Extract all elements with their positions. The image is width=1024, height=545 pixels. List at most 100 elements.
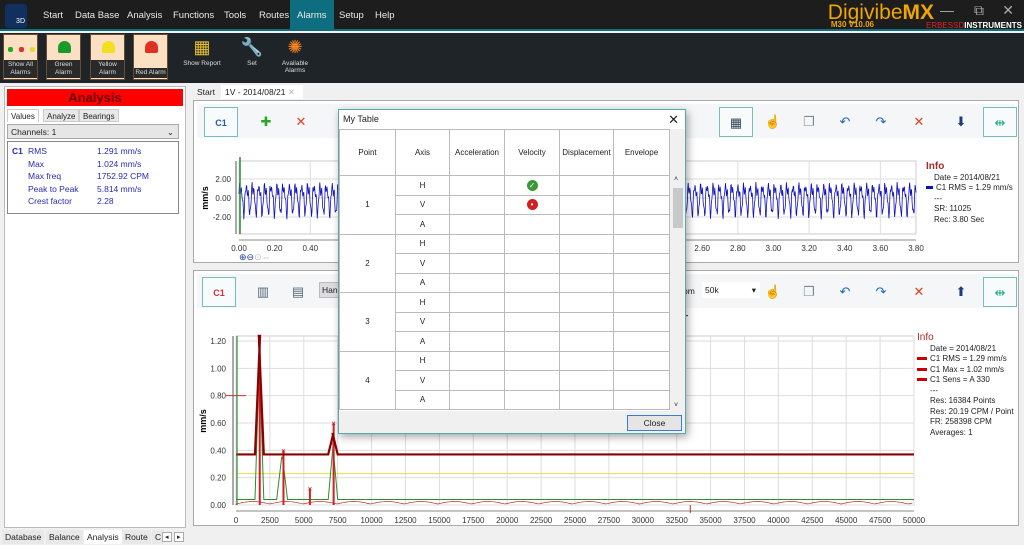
acceleration-cell[interactable] (449, 272, 505, 293)
column-header[interactable]: Axis (395, 129, 450, 176)
zoom-in-icon[interactable]: ⊕ (239, 252, 247, 262)
tab-values[interactable]: Values (7, 109, 39, 122)
zoom-reset-icon[interactable]: ⊙ (254, 252, 262, 262)
velocity-cell[interactable] (504, 370, 560, 391)
app-logo[interactable]: 3D (5, 4, 27, 28)
envelope-cell[interactable] (613, 350, 670, 371)
tab-analyze[interactable]: Analyze (43, 109, 80, 122)
tab-bearings[interactable]: Bearings (79, 109, 119, 122)
add-icon[interactable]: ✚ (249, 107, 283, 137)
displacement-cell[interactable] (559, 175, 614, 196)
menu-start[interactable]: Start (36, 0, 70, 31)
menu-setup[interactable]: Setup (332, 0, 371, 31)
envelope-cell[interactable] (613, 311, 670, 332)
green-alarm-button[interactable]: Green Alarm (46, 34, 81, 80)
displacement-cell[interactable] (559, 350, 614, 371)
tab-balance[interactable]: Balance (46, 530, 83, 544)
menu-data-base[interactable]: Data Base (68, 0, 126, 31)
envelope-cell[interactable] (613, 272, 670, 293)
close-tab-icon[interactable]: ✕ (288, 87, 295, 97)
close-button[interactable]: Close (627, 415, 682, 431)
acceleration-cell[interactable] (449, 253, 505, 274)
undo-icon[interactable]: ↶ (828, 277, 862, 307)
displacement-cell[interactable] (559, 331, 614, 352)
menu-help[interactable]: Help (368, 0, 402, 31)
scroll-up-icon[interactable]: ˄ (674, 176, 678, 183)
velocity-cell[interactable] (504, 292, 560, 313)
menu-analysis[interactable]: Analysis (120, 0, 169, 31)
zoom-dropdown[interactable]: 50k ▾ (702, 282, 760, 298)
envelope-cell[interactable] (613, 292, 670, 313)
displacement-cell[interactable] (559, 292, 614, 313)
column-header[interactable]: Point (339, 129, 396, 176)
undo-icon[interactable]: ↶ (828, 107, 862, 137)
table-row[interactable]: 1 H ✓ (339, 175, 670, 235)
acceleration-cell[interactable] (449, 175, 505, 196)
velocity-cell[interactable] (504, 214, 560, 235)
redo-icon[interactable]: ↷ (864, 107, 898, 137)
menu-alarms[interactable]: Alarms (290, 0, 334, 31)
displacement-cell[interactable] (559, 233, 614, 254)
expand-icon[interactable]: ⇹ (983, 277, 1017, 307)
velocity-cell[interactable] (504, 233, 560, 254)
chart-layout-icon[interactable]: ▤ (281, 277, 315, 307)
displacement-cell[interactable] (559, 253, 614, 274)
set-button[interactable]: 🔧 Set (231, 34, 273, 80)
acceleration-cell[interactable] (449, 370, 505, 391)
table-scrollbar[interactable]: ˄ ˅ (671, 174, 685, 411)
displacement-cell[interactable] (559, 311, 614, 332)
acceleration-cell[interactable] (449, 311, 505, 332)
yellow-alarm-button[interactable]: Yellow Alarm (90, 34, 125, 80)
clear-icon[interactable]: ✕ (902, 277, 936, 307)
acceleration-cell[interactable] (449, 214, 505, 235)
envelope-cell[interactable] (613, 389, 670, 410)
envelope-cell[interactable] (613, 175, 670, 196)
velocity-cell[interactable] (504, 311, 560, 332)
displacement-cell[interactable] (559, 272, 614, 293)
table-row[interactable]: 4H (339, 350, 670, 410)
cursor-icon[interactable]: ▥ (246, 277, 280, 307)
velocity-cell[interactable]: • (504, 194, 560, 215)
column-header[interactable]: Acceleration (449, 129, 505, 176)
envelope-cell[interactable] (613, 370, 670, 391)
channel-button[interactable]: C1 (202, 277, 236, 307)
velocity-cell[interactable] (504, 350, 560, 371)
expand-icon[interactable]: ⇹ (983, 107, 1017, 137)
velocity-cell[interactable] (504, 272, 560, 293)
table-row[interactable]: 3H (339, 292, 670, 352)
tab-scroll-left-icon[interactable]: ◂ (162, 532, 172, 542)
tab-route[interactable]: Route (122, 530, 151, 544)
download-icon[interactable]: ⬇ (944, 107, 978, 137)
show-report-button[interactable]: ▦ Show Report (181, 34, 223, 80)
scroll-thumb[interactable] (673, 188, 683, 228)
envelope-cell[interactable] (613, 331, 670, 352)
hand-pointer-icon[interactable]: ☝ (756, 107, 790, 137)
displacement-cell[interactable] (559, 370, 614, 391)
copy-icon[interactable]: ❐ (792, 277, 826, 307)
envelope-cell[interactable] (613, 194, 670, 215)
copy-icon[interactable]: ❐ (792, 107, 826, 137)
velocity-cell[interactable] (504, 331, 560, 352)
column-header[interactable]: Displacement (559, 129, 614, 176)
menu-tools[interactable]: Tools (217, 0, 253, 31)
displacement-cell[interactable] (559, 214, 614, 235)
acceleration-cell[interactable] (449, 331, 505, 352)
acceleration-cell[interactable] (449, 194, 505, 215)
column-header[interactable]: Velocity (504, 129, 560, 176)
restore-icon[interactable]: ⧉ (974, 2, 984, 19)
tab-start[interactable]: Start (193, 85, 219, 99)
minimize-icon[interactable]: — (940, 2, 954, 18)
clear-icon[interactable]: ✕ (902, 107, 936, 137)
envelope-cell[interactable] (613, 253, 670, 274)
export-icon[interactable]: ⬆ (944, 277, 978, 307)
close-window-icon[interactable]: ✕ (1002, 2, 1014, 19)
envelope-cell[interactable] (613, 233, 670, 254)
tab-1v[interactable]: 1V - 2014/08/21 ✕ (221, 85, 303, 99)
acceleration-cell[interactable] (449, 292, 505, 313)
zoom-fit-icon[interactable]: ⇔ (262, 252, 271, 262)
redo-icon[interactable]: ↷ (864, 277, 898, 307)
table-row[interactable]: 2H (339, 233, 670, 293)
menu-functions[interactable]: Functions (166, 0, 221, 31)
velocity-cell[interactable]: ✓ (504, 175, 560, 196)
zoom-out-icon[interactable]: ⊖ (247, 252, 255, 262)
